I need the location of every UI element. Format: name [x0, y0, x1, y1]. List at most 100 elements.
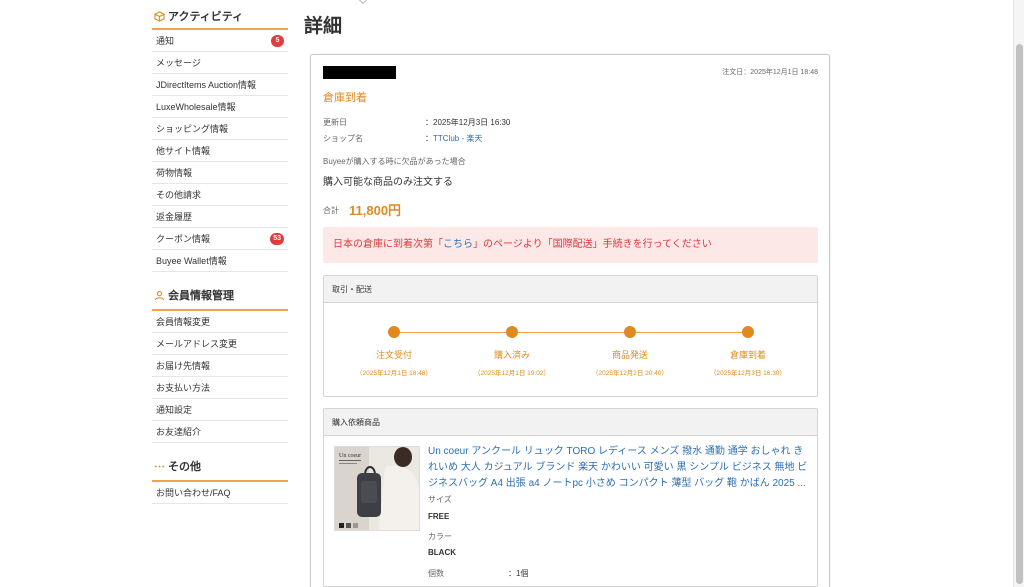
- box-icon: [153, 10, 165, 22]
- tracker-step-label: 注文受付: [375, 350, 412, 360]
- shipping-panel-title: 取引・配送: [324, 276, 817, 303]
- sidebar-item-member-info[interactable]: 会員情報変更: [152, 311, 288, 333]
- warehouse-alert: 日本の倉庫に到着次第「こちら」のページより「国際配送」手続きを行ってください: [323, 227, 818, 263]
- tracker-step-shipped: 商品発送 （2025年12月2日 20:40）: [570, 326, 690, 377]
- tracker-step-date: （2025年12月2日 20:40）: [592, 370, 668, 377]
- color-value: BLACK: [428, 548, 456, 557]
- alert-text-after: 」のページより「国際配送」手続きを行ってください: [473, 239, 712, 250]
- shipping-tracker: 注文受付 （2025年12月1日 18:48） 購入済み （2025年12月1日…: [324, 303, 817, 396]
- sidebar-item-label: 通知: [156, 36, 175, 46]
- order-date: 注文日：2025年12月1日 18:48: [722, 69, 818, 76]
- sidebar-item-label: 荷物情報: [156, 168, 193, 178]
- sidebar-item-label: LuxeWholesale情報: [156, 102, 236, 112]
- items-panel-title: 購入依頼商品: [324, 409, 817, 436]
- shortage-note-value: 購入可能な商品のみ注文する: [323, 177, 453, 188]
- tracker-step-date: （2025年12月1日 19:02）: [474, 370, 550, 377]
- updated-label: 更新日: [323, 118, 347, 127]
- sidebar-item-referral[interactable]: お友達紹介: [152, 421, 288, 443]
- shop-link[interactable]: TTClub - 楽天: [433, 134, 482, 143]
- sidebar-item-refunds[interactable]: 返金履歴: [152, 206, 288, 228]
- updated-value: ：2025年12月3日 16:30: [425, 118, 511, 127]
- tracker-dot: [742, 326, 754, 338]
- alert-link[interactable]: こちら: [443, 239, 473, 250]
- sidebar-item-coupons[interactable]: クーポン情報 53: [152, 228, 288, 250]
- tracker-step-date: （2025年12月1日 18:48）: [356, 370, 432, 377]
- sidebar-item-faq[interactable]: お問い合わせ/FAQ: [152, 482, 288, 504]
- tracker-dot: [388, 326, 400, 338]
- section-other-title: その他: [168, 461, 201, 473]
- sidebar-item-label: お届け先情報: [156, 361, 211, 371]
- size-value: FREE: [428, 512, 450, 521]
- sidebar-item-notifications[interactable]: 通知 5: [152, 30, 288, 52]
- section-activity-title: アクティビティ: [168, 11, 244, 23]
- thumb-brand-text: Un coeur: [339, 453, 361, 459]
- sidebar-item-payment[interactable]: お支払い方法: [152, 377, 288, 399]
- shop-label: ショップ名: [323, 134, 363, 143]
- scrollbar-thumb[interactable]: [1016, 44, 1023, 584]
- total-value: 11,800円: [349, 203, 402, 218]
- section-member-title: 会員情報管理: [168, 290, 234, 302]
- tracker-step-ordered: 注文受付 （2025年12月1日 18:48）: [334, 326, 454, 377]
- sidebar-item-label: 返金履歴: [156, 212, 193, 222]
- top-caret: [358, 0, 368, 5]
- sidebar-item-shopping[interactable]: ショッピング情報: [152, 118, 288, 140]
- tracker-step-purchased: 購入済み （2025年12月1日 19:02）: [452, 326, 572, 377]
- size-label: サイズ: [428, 495, 452, 504]
- sidebar-item-jdirectitems[interactable]: JDirectItems Auction情報: [152, 74, 288, 96]
- order-detail-card: 注文日：2025年12月1日 18:48 倉庫到着 更新日 ：2025年12月3…: [310, 54, 830, 587]
- sidebar-item-label: メッセージ: [156, 58, 201, 68]
- sidebar: アクティビティ 通知 5 メッセージ JDirectItems Auction情報…: [152, 0, 288, 504]
- section-member-header: 会員情報管理: [152, 281, 288, 311]
- product-title-link[interactable]: Un coeur アンクール リュック TORO レディース メンズ 撥水 通勤…: [428, 444, 812, 492]
- page-title: 詳細: [304, 16, 343, 37]
- notification-badge: 5: [271, 35, 284, 47]
- shortage-note-label: Buyeeが購入する時に欠品があった場合: [323, 157, 466, 166]
- section-activity-header: アクティビティ: [152, 4, 288, 30]
- alert-text-before: 日本の倉庫に到着次第「: [333, 239, 443, 250]
- tracker-step-warehouse: 倉庫到着 （2025年12月3日 16:30）: [688, 326, 808, 377]
- product-thumbnail[interactable]: Un coeur: [334, 446, 420, 531]
- tracker-step-date: （2025年12月3日 16:30）: [710, 370, 786, 377]
- sidebar-item-label: 会員情報変更: [156, 317, 211, 327]
- items-panel: 購入依頼商品 Un coeur Un coeur アンクール リュック TORO…: [323, 408, 818, 587]
- sidebar-item-label: 他サイト情報: [156, 146, 211, 156]
- page-scrollbar[interactable]: [1013, 0, 1024, 587]
- sidebar-item-other-charges[interactable]: その他請求: [152, 184, 288, 206]
- more-dots-icon: [153, 460, 165, 472]
- sidebar-item-label: メールアドレス変更: [156, 339, 238, 349]
- sidebar-item-label: クーポン情報: [156, 234, 211, 244]
- sidebar-item-label: その他請求: [156, 190, 202, 200]
- quantity-value: ：1個: [508, 569, 529, 578]
- color-label: カラー: [428, 532, 452, 541]
- quantity-label: 個数: [428, 569, 444, 578]
- sidebar-item-email-change[interactable]: メールアドレス変更: [152, 333, 288, 355]
- sidebar-item-luxewholesale[interactable]: LuxeWholesale情報: [152, 96, 288, 118]
- user-icon: [153, 289, 165, 301]
- sidebar-item-label: Buyee Wallet情報: [156, 256, 227, 266]
- shipping-panel: 取引・配送 注文受付 （2025年12月1日 18:48） 購入済み （2025…: [323, 275, 818, 397]
- section-other-header: その他: [152, 452, 288, 482]
- shop-prefix: ：: [425, 134, 433, 143]
- sidebar-item-notification-settings[interactable]: 通知設定: [152, 399, 288, 421]
- coupon-badge: 53: [270, 233, 284, 245]
- tracker-dot: [624, 326, 636, 338]
- sidebar-item-label: お問い合わせ/FAQ: [156, 488, 231, 498]
- redacted-order-id: [323, 66, 396, 79]
- sidebar-item-label: お友達紹介: [156, 427, 202, 437]
- total-label: 合計: [323, 206, 339, 215]
- sidebar-item-messages[interactable]: メッセージ: [152, 52, 288, 74]
- sidebar-item-label: お支払い方法: [156, 383, 211, 393]
- tracker-step-label: 商品発送: [611, 350, 648, 360]
- shop-value-row: ：TTClub - 楽天: [425, 133, 482, 144]
- tracker-dot: [506, 326, 518, 338]
- sidebar-item-label: JDirectItems Auction情報: [156, 80, 257, 90]
- sidebar-item-label: ショッピング情報: [156, 124, 229, 134]
- sidebar-item-packages[interactable]: 荷物情報: [152, 162, 288, 184]
- tracker-step-label: 購入済み: [493, 350, 530, 360]
- tracker-step-label: 倉庫到着: [729, 350, 766, 360]
- sidebar-item-wallet[interactable]: Buyee Wallet情報: [152, 250, 288, 272]
- list-item: Un coeur Un coeur アンクール リュック TORO レディース …: [324, 436, 817, 586]
- sidebar-item-other-sites[interactable]: 他サイト情報: [152, 140, 288, 162]
- sidebar-item-label: 通知設定: [156, 405, 193, 415]
- sidebar-item-addresses[interactable]: お届け先情報: [152, 355, 288, 377]
